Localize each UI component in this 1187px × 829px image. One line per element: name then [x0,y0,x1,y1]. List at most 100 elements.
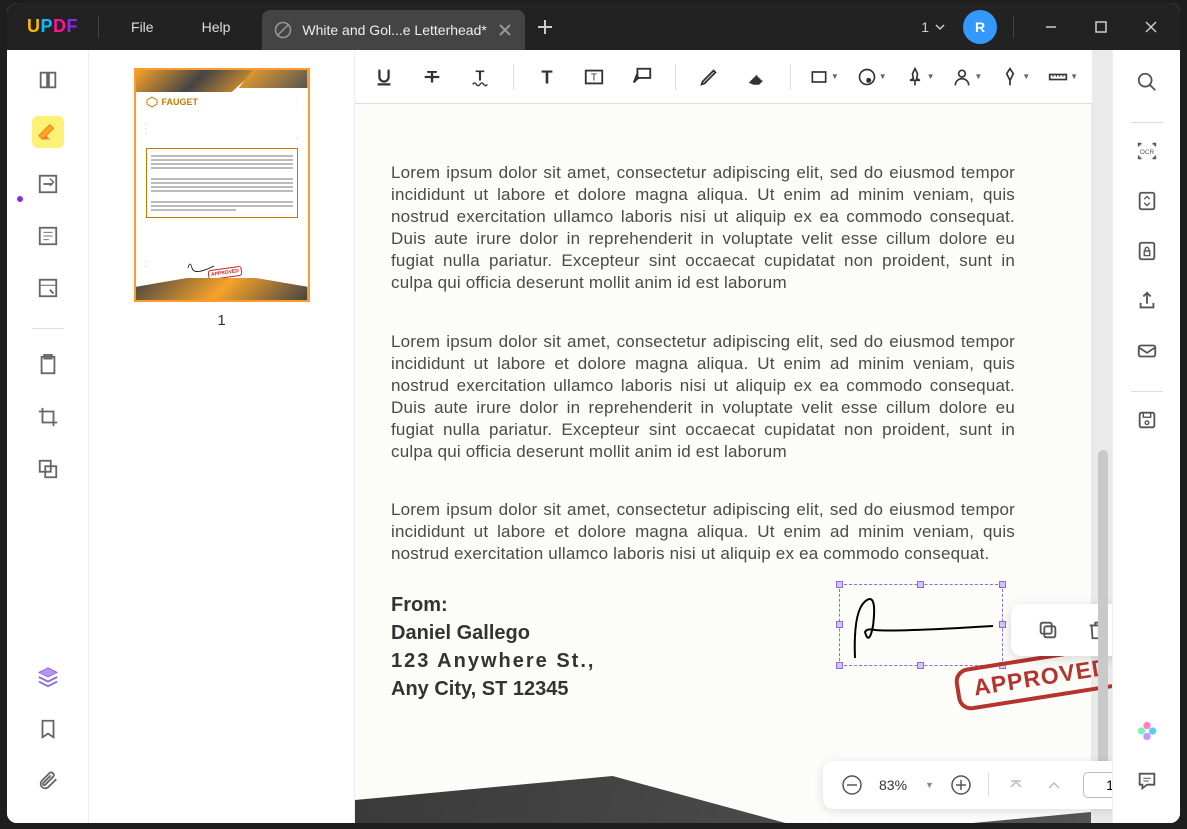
reader-mode-button[interactable] [32,64,64,96]
paperclip-icon [37,770,59,792]
divider [675,64,676,90]
document-page: Lorem ipsum dolor sit amet, consectetur … [355,104,1091,823]
ai-button[interactable] [1131,715,1163,747]
from-address-2: Any City, ST 12345 [391,675,1015,703]
right-toolbar: OCR [1112,50,1180,823]
pin-icon [905,67,925,87]
clipboard-icon [37,354,59,376]
tab-title: White and Gol...e Letterhead* [302,22,486,38]
signature-dropdown[interactable]: ▼ [998,60,1032,94]
attachment-button[interactable] [32,765,64,797]
zoom-in-button[interactable] [946,770,976,800]
divider [988,773,989,797]
svg-text:T: T [591,72,597,83]
pencil-button[interactable] [692,60,726,94]
sticker-dropdown[interactable]: ▼ [855,60,889,94]
minimize-button[interactable] [1030,7,1072,47]
separator [32,328,64,329]
chevron-top-icon [1008,777,1024,793]
resize-handle-tl[interactable] [836,581,843,588]
protect-button[interactable] [1131,235,1163,267]
pages-icon [37,225,59,247]
form-mode-button[interactable] [32,272,64,304]
resize-handle-tr[interactable] [999,581,1006,588]
combine-button[interactable] [32,453,64,485]
eraser-icon [746,66,768,88]
zoom-out-button[interactable] [837,770,867,800]
share-button[interactable] [1131,285,1163,317]
maximize-button[interactable] [1080,7,1122,47]
eraser-button[interactable] [740,60,774,94]
resize-handle-tm[interactable] [917,581,924,588]
paragraph-1: Lorem ipsum dolor sit amet, consectetur … [391,162,1015,295]
prev-page-button[interactable] [1039,770,1069,800]
scrollbar-track[interactable] [1096,110,1110,763]
new-tab-button[interactable] [525,20,565,34]
ocr-button[interactable]: OCR [1131,135,1163,167]
thumb-hexagon-icon [146,96,158,108]
thumbnail-panel: FAUGET ··· ··· · ·· APPROVED 1 [89,50,355,823]
strikethrough-button[interactable]: T [415,60,449,94]
email-button[interactable] [1131,335,1163,367]
search-icon [1136,71,1158,93]
text-icon: T [536,66,558,88]
textbox-button[interactable]: T [577,60,611,94]
squiggly-button[interactable]: T [463,60,497,94]
crop-icon [37,406,59,428]
divider [1013,16,1014,38]
first-page-button[interactable] [1001,770,1031,800]
stamp-dropdown[interactable]: ▼ [950,60,984,94]
close-button[interactable] [1130,7,1172,47]
svg-text:T: T [475,68,484,84]
page-thumbnail[interactable]: FAUGET ··· ··· · ·· APPROVED [134,68,310,302]
copy-button[interactable] [1031,613,1065,647]
book-icon [37,69,59,91]
convert-button[interactable] [1131,185,1163,217]
resize-handle-bl[interactable] [836,662,843,669]
ocr-icon: OCR [1136,140,1158,162]
menu-help[interactable]: Help [178,19,255,35]
sticker-icon [857,67,877,87]
signature-pen-icon [1000,67,1020,87]
ruler-icon [1048,67,1068,87]
chat-button[interactable] [1131,765,1163,797]
page-input[interactable] [1094,777,1114,793]
thumb-company-name: FAUGET [162,97,199,107]
user-avatar[interactable]: R [963,10,997,44]
underline-button[interactable] [367,60,401,94]
combine-icon [37,458,59,480]
menu-file[interactable]: File [107,19,178,35]
minus-circle-icon [841,774,863,796]
search-button[interactable] [1131,66,1163,98]
zoom-level-dropdown[interactable]: 83% ▼ [875,777,938,793]
callout-button[interactable] [625,60,659,94]
resize-handle-ml[interactable] [836,621,843,628]
text-button[interactable]: T [530,60,564,94]
redact-button[interactable] [32,349,64,381]
bookmark-icon [37,718,59,740]
organize-pages-button[interactable] [32,220,64,252]
tab-close-button[interactable] [497,22,513,38]
share-icon [1136,290,1158,312]
divider [98,16,99,38]
edit-mode-button[interactable] [32,168,64,200]
layers-button[interactable] [32,661,64,693]
shape-dropdown[interactable]: ▼ [807,60,841,94]
paragraph-2: Lorem ipsum dolor sit amet, consectetur … [391,331,1015,464]
svg-text:OCR: OCR [1139,149,1154,156]
pin-dropdown[interactable]: ▼ [903,60,937,94]
highlighter-icon [37,121,59,143]
document-viewport[interactable]: Lorem ipsum dolor sit amet, consectetur … [355,50,1180,823]
titlebar-pages-value: 1 [921,19,929,35]
resize-handle-mr[interactable] [999,621,1006,628]
bookmark-button[interactable] [32,713,64,745]
save-button[interactable] [1131,404,1163,436]
separator [1131,391,1163,392]
titlebar-page-dropdown[interactable]: 1 [911,19,955,35]
active-tool-dot [17,196,23,202]
crop-button[interactable] [32,401,64,433]
scrollbar-thumb[interactable] [1098,450,1108,770]
document-tab[interactable]: White and Gol...e Letterhead* [262,10,524,50]
measure-dropdown[interactable]: ▼ [1046,60,1080,94]
comment-mode-button[interactable] [32,116,64,148]
